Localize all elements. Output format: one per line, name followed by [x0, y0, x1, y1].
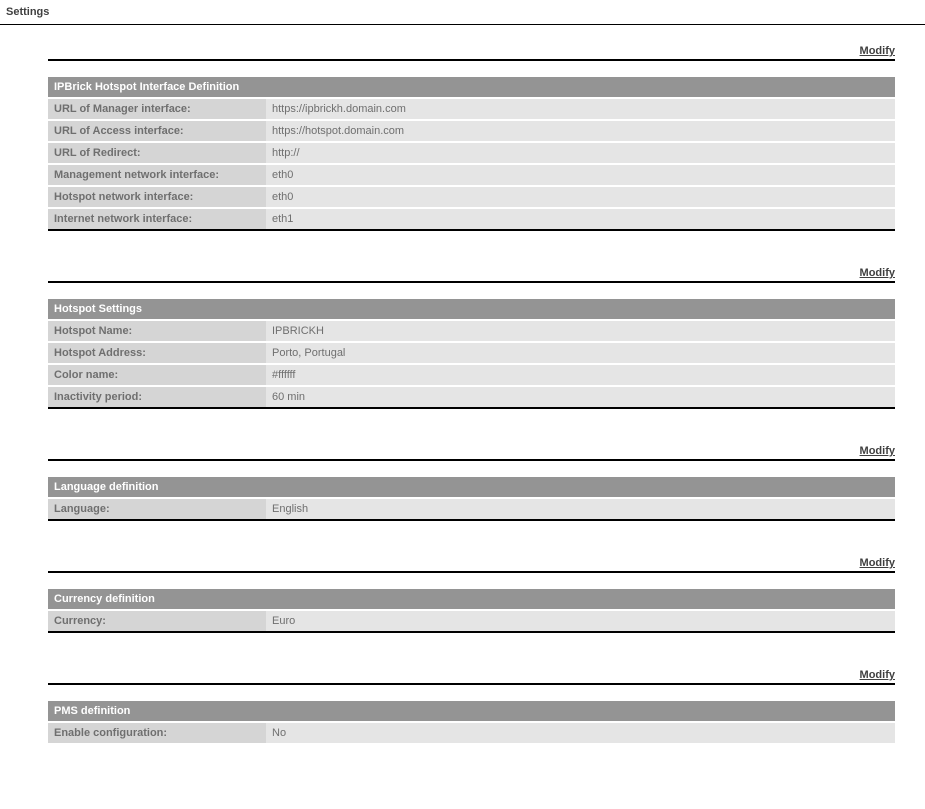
row-label: Internet network interface: [48, 208, 266, 230]
section-interface: Modify IPBrick Hotspot Interface Definit… [48, 45, 895, 231]
row-label: URL of Redirect: [48, 142, 266, 164]
row-value: Porto, Portugal [266, 342, 895, 364]
row-value: https://hotspot.domain.com [266, 120, 895, 142]
row-label: Hotspot Address: [48, 342, 266, 364]
table-row: Inactivity period:60 min [48, 386, 895, 408]
table-language: Language definition Language:English [48, 477, 895, 521]
table-interface: IPBrick Hotspot Interface Definition URL… [48, 77, 895, 231]
row-label: URL of Access interface: [48, 120, 266, 142]
modify-link-language[interactable]: Modify [860, 445, 895, 457]
modify-link-hotspot[interactable]: Modify [860, 267, 895, 279]
row-label: Hotspot network interface: [48, 186, 266, 208]
table-row: Currency:Euro [48, 610, 895, 632]
row-value: IPBRICKH [266, 320, 895, 342]
row-label: Language: [48, 498, 266, 520]
table-row: Hotspot network interface:eth0 [48, 186, 895, 208]
page-header: Settings [0, 0, 925, 25]
section-hotspot: Modify Hotspot Settings Hotspot Name:IPB… [48, 267, 895, 409]
row-label: Inactivity period: [48, 386, 266, 408]
row-value: eth0 [266, 186, 895, 208]
table-row: Management network interface:eth0 [48, 164, 895, 186]
table-hotspot: Hotspot Settings Hotspot Name:IPBRICKH H… [48, 299, 895, 409]
table-pms: PMS definition Enable configuration:No [48, 701, 895, 743]
modify-row: Modify [48, 267, 895, 283]
table-row: Enable configuration:No [48, 722, 895, 743]
section-pms: Modify PMS definition Enable configurati… [48, 669, 895, 743]
table-row: Hotspot Address:Porto, Portugal [48, 342, 895, 364]
table-row: Color name:#ffffff [48, 364, 895, 386]
modify-row: Modify [48, 557, 895, 573]
section-language: Modify Language definition Language:Engl… [48, 445, 895, 521]
row-label: Enable configuration: [48, 722, 266, 743]
row-value: #ffffff [266, 364, 895, 386]
table-row: URL of Redirect:http:// [48, 142, 895, 164]
section-title-hotspot: Hotspot Settings [48, 299, 895, 320]
row-label: Management network interface: [48, 164, 266, 186]
section-currency: Modify Currency definition Currency:Euro [48, 557, 895, 633]
row-value: No [266, 722, 895, 743]
content-area: Modify IPBrick Hotspot Interface Definit… [0, 25, 925, 809]
modify-link-currency[interactable]: Modify [860, 557, 895, 569]
row-value: English [266, 498, 895, 520]
row-label: Currency: [48, 610, 266, 632]
row-label: Color name: [48, 364, 266, 386]
table-row: Hotspot Name:IPBRICKH [48, 320, 895, 342]
table-row: URL of Manager interface:https://ipbrick… [48, 98, 895, 120]
row-label: Hotspot Name: [48, 320, 266, 342]
section-title-pms: PMS definition [48, 701, 895, 722]
table-currency: Currency definition Currency:Euro [48, 589, 895, 633]
modify-link-pms[interactable]: Modify [860, 669, 895, 681]
row-value: Euro [266, 610, 895, 632]
row-value: eth0 [266, 164, 895, 186]
row-value: http:// [266, 142, 895, 164]
table-row: Internet network interface:eth1 [48, 208, 895, 230]
section-title-currency: Currency definition [48, 589, 895, 610]
modify-row: Modify [48, 445, 895, 461]
section-title-interface: IPBrick Hotspot Interface Definition [48, 77, 895, 98]
table-row: URL of Access interface:https://hotspot.… [48, 120, 895, 142]
row-value: eth1 [266, 208, 895, 230]
section-title-language: Language definition [48, 477, 895, 498]
row-value: https://ipbrickh.domain.com [266, 98, 895, 120]
row-label: URL of Manager interface: [48, 98, 266, 120]
modify-row: Modify [48, 669, 895, 685]
page-title: Settings [6, 6, 49, 18]
table-row: Language:English [48, 498, 895, 520]
row-value: 60 min [266, 386, 895, 408]
modify-link-interface[interactable]: Modify [860, 45, 895, 57]
modify-row: Modify [48, 45, 895, 61]
